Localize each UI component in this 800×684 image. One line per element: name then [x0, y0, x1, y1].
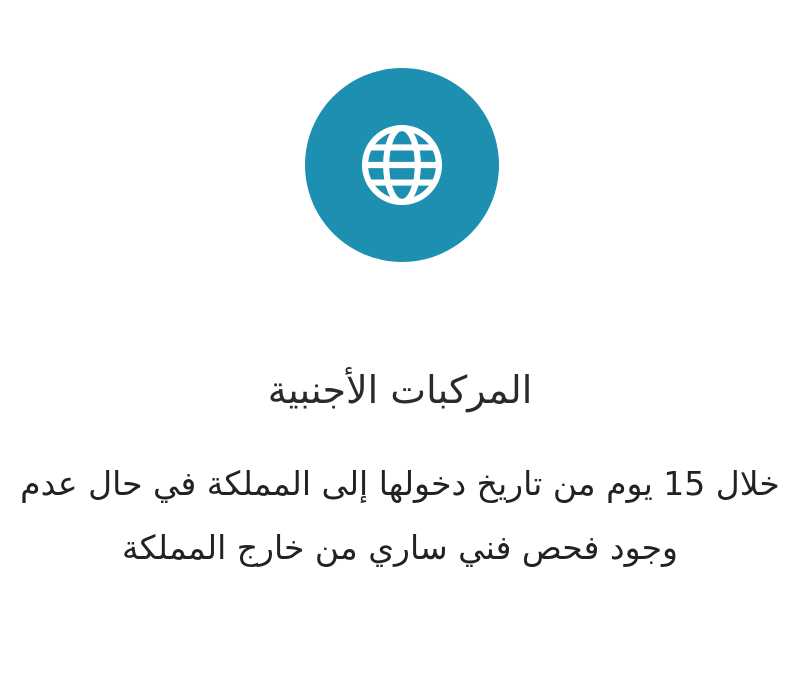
globe-icon-badge [305, 68, 499, 262]
section-description: خلال 15 يوم من تاريخ دخولها إلى المملكة … [20, 464, 780, 567]
foreign-vehicles-card: المركبات الأجنبية خلال 15 يوم من تاريخ د… [0, 0, 800, 684]
globe-icon [361, 124, 443, 206]
section-title: المركبات الأجنبية [267, 368, 533, 412]
